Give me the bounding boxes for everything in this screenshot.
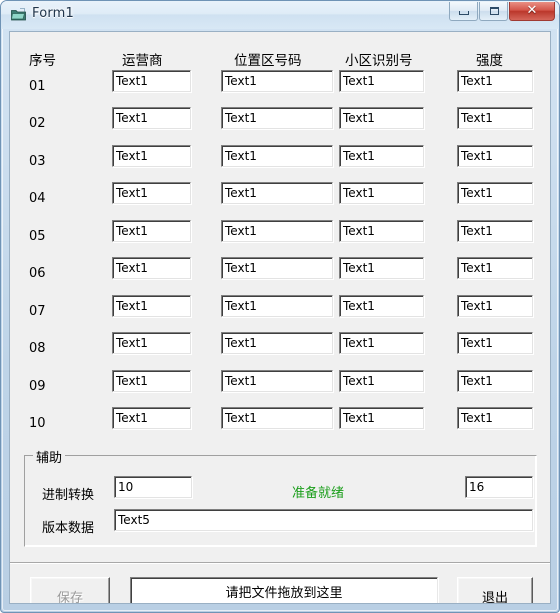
row-lac-input[interactable]: Text1 [221,220,333,242]
row-operator-input[interactable]: Text1 [112,145,191,167]
save-button[interactable]: 保存 [30,577,110,603]
row-lac-input[interactable]: Text1 [221,407,333,429]
row-cellid-input[interactable]: Text1 [339,295,424,317]
row-strength-input[interactable]: Text1 [457,370,533,392]
file-drop-zone[interactable]: 请把文件拖放到这里 [130,577,438,603]
row-lac-input[interactable]: Text1 [221,257,333,279]
row-index-label: 04 [29,191,46,206]
auxiliary-groupbox: 辅助 [24,447,537,547]
minimize-button[interactable] [449,2,478,21]
version-data-label: 版本数据 [42,521,95,536]
row-operator-input[interactable]: Text1 [112,70,191,92]
row-lac-input[interactable]: Text1 [221,145,333,167]
column-header-cellid: 小区识别号 [345,53,413,69]
maximize-button[interactable] [479,2,508,21]
row-operator-input[interactable]: Text1 [112,182,191,204]
row-cellid-input[interactable]: Text1 [339,145,424,167]
row-cellid-input[interactable]: Text1 [339,220,424,242]
radix-convert-label: 进制转换 [42,488,95,503]
groupbox-title: 辅助 [33,447,66,466]
status-message: 准备就绪 [292,486,345,501]
row-cellid-input[interactable]: Text1 [339,182,424,204]
row-index-label: 02 [29,116,46,131]
folder-icon [11,8,26,21]
row-index-label: 03 [29,154,46,169]
radix-to-input[interactable]: 16 [465,476,533,498]
row-strength-input[interactable]: Text1 [457,257,533,279]
footer-separator [10,562,550,564]
row-operator-input[interactable]: Text1 [112,370,191,392]
window-controls: ✕ [448,2,555,21]
row-strength-input[interactable]: Text1 [457,295,533,317]
row-operator-input[interactable]: Text1 [112,257,191,279]
row-cellid-input[interactable]: Text1 [339,332,424,354]
row-lac-input[interactable]: Text1 [221,370,333,392]
row-strength-input[interactable]: Text1 [457,107,533,129]
column-header-lac: 位置区号码 [234,53,302,69]
maximize-icon [490,7,499,15]
minimize-icon [459,11,469,15]
exit-button[interactable]: 退出 [457,577,533,603]
row-cellid-input[interactable]: Text1 [339,257,424,279]
application-window: Form1 ✕ 序号 运营商 位置区号码 小区识别号 强度 01 Text1 T… [0,0,560,613]
row-strength-input[interactable]: Text1 [457,332,533,354]
row-strength-input[interactable]: Text1 [457,407,533,429]
row-lac-input[interactable]: Text1 [221,107,333,129]
row-cellid-input[interactable]: Text1 [339,407,424,429]
close-button[interactable]: ✕ [509,2,555,21]
column-header-operator: 运营商 [122,53,163,69]
row-cellid-input[interactable]: Text1 [339,107,424,129]
title-bar[interactable]: Form1 ✕ [1,1,559,29]
row-index-label: 09 [29,379,46,394]
row-operator-input[interactable]: Text1 [112,332,191,354]
row-operator-input[interactable]: Text1 [112,295,191,317]
row-strength-input[interactable]: Text1 [457,70,533,92]
close-icon: ✕ [526,3,538,18]
column-header-strength: 强度 [476,53,503,69]
row-operator-input[interactable]: Text1 [112,220,191,242]
row-strength-input[interactable]: Text1 [457,220,533,242]
row-cellid-input[interactable]: Text1 [339,70,424,92]
groupbox-inner-line [25,456,536,546]
window-title: Form1 [32,6,75,21]
row-lac-input[interactable]: Text1 [221,295,333,317]
row-index-label: 10 [29,416,46,431]
row-lac-input[interactable]: Text1 [221,70,333,92]
row-index-label: 06 [29,266,46,281]
row-lac-input[interactable]: Text1 [221,182,333,204]
row-index-label: 05 [29,229,46,244]
row-lac-input[interactable]: Text1 [221,332,333,354]
row-operator-input[interactable]: Text1 [112,407,191,429]
radix-from-input[interactable]: 10 [114,476,192,498]
row-index-label: 01 [29,79,46,94]
row-strength-input[interactable]: Text1 [457,182,533,204]
row-cellid-input[interactable]: Text1 [339,370,424,392]
row-strength-input[interactable]: Text1 [457,145,533,167]
form-client-area: 序号 运营商 位置区号码 小区识别号 强度 01 Text1 Text1 Tex… [9,31,551,604]
version-data-input[interactable]: Text5 [114,509,533,531]
row-index-label: 08 [29,341,46,356]
column-header-index: 序号 [29,53,56,69]
row-operator-input[interactable]: Text1 [112,107,191,129]
row-index-label: 07 [29,304,46,319]
